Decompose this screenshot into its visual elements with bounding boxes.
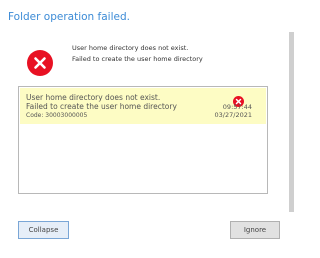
error-icon [27, 50, 53, 76]
scrollbar[interactable] [289, 32, 294, 212]
summary-line-1: User home directory does not exist. [72, 44, 189, 52]
error-summary: User home directory does not exist. Fail… [72, 43, 203, 65]
detail-message-2: Failed to create the user home directory [26, 102, 177, 111]
dialog-title: Folder operation failed. [8, 11, 130, 23]
error-dialog: Folder operation failed. User home direc… [0, 0, 300, 258]
detail-message: User home directory does not exist. [26, 93, 161, 102]
error-details-list[interactable]: User home directory does not exist. Fail… [18, 86, 268, 194]
detail-code: Code: 30003000005 [26, 112, 88, 119]
detail-date: 03/27/2021 [214, 111, 252, 119]
list-item[interactable]: User home directory does not exist. Fail… [20, 88, 266, 124]
detail-time: 09:57:44 [222, 103, 252, 111]
error-icon [233, 92, 244, 107]
collapse-button[interactable]: Collapse [18, 221, 69, 239]
ignore-button[interactable]: Ignore [230, 221, 280, 239]
summary-line-2: Failed to create the user home directory [72, 55, 203, 63]
